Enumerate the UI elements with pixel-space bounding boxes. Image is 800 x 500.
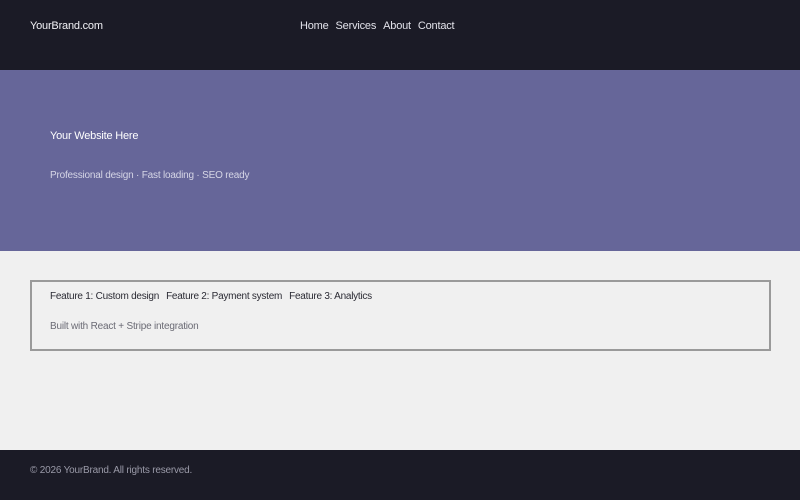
feature-item-custom-design: Feature 1: Custom design (50, 291, 160, 302)
feature-item-payment-system: Feature 2: Payment system (166, 291, 283, 302)
feature-item-analytics: Feature 3: Analytics (289, 291, 372, 302)
main-nav: Home Services About Contact (300, 19, 455, 33)
nav-link-services[interactable]: Services (336, 19, 377, 33)
tech-stack-note: Built with React + Stripe integration (50, 321, 199, 332)
feature-list: Feature 1: Custom design Feature 2: Paym… (50, 290, 372, 304)
nav-link-about[interactable]: About (383, 19, 411, 33)
nav-link-contact[interactable]: Contact (418, 19, 455, 33)
feature-box: Feature 1: Custom design Feature 2: Paym… (30, 280, 771, 351)
brand-logo-link[interactable]: YourBrand.com (30, 19, 103, 33)
site-header: YourBrand.com Home Services About Contac… (0, 0, 800, 70)
hero-title: Your Website Here (50, 130, 139, 142)
hero-section: Your Website Here Professional design · … (0, 70, 800, 251)
nav-link-home[interactable]: Home (300, 19, 329, 33)
site-footer: © 2026 YourBrand. All rights reserved. (0, 450, 800, 500)
content-section: Feature 1: Custom design Feature 2: Paym… (0, 251, 800, 450)
copyright-text: © 2026 YourBrand. All rights reserved. (30, 465, 193, 476)
hero-tagline: Professional design · Fast loading · SEO… (50, 170, 250, 181)
